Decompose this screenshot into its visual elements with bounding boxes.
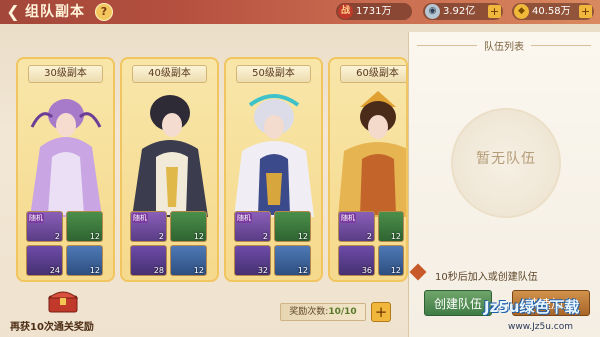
- gold-ingot-icon: ◆: [514, 4, 529, 19]
- reward-qty: 2: [54, 232, 60, 241]
- reward-slot-fruit[interactable]: 12: [378, 211, 404, 242]
- dungeon-card-40[interactable]: 40级副本 随机 2 12 28 12: [120, 57, 219, 282]
- reward-qty: 12: [390, 266, 401, 275]
- help-button[interactable]: ?: [95, 3, 113, 21]
- auto-join-text: 10秒后加入或创建队伍: [435, 272, 538, 283]
- top-bar: [0, 0, 600, 24]
- page-title: 组队副本: [25, 4, 85, 20]
- dungeon-card-title: 50级副本: [236, 65, 311, 83]
- dungeon-card-50[interactable]: 50级副本 随机 2 12 32 12: [224, 57, 323, 282]
- battle-power-icon: 战: [338, 4, 353, 19]
- add-reward-count-button[interactable]: +: [371, 302, 391, 322]
- add-silver-button[interactable]: +: [488, 5, 501, 18]
- hero-portrait: [30, 99, 102, 217]
- reward-slot-orb[interactable]: 36: [338, 245, 375, 276]
- reward-qty: 24: [49, 266, 60, 275]
- reward-counter-label: 奖励次数:: [289, 307, 329, 317]
- reward-qty: 2: [262, 232, 268, 241]
- watermark-logo: Jz5u绿色下载: [484, 298, 580, 316]
- reward-slot-chest[interactable]: 随机 2: [338, 211, 375, 242]
- back-arrow-icon[interactable]: ❮: [3, 2, 23, 22]
- reward-slot-gem[interactable]: 12: [170, 245, 207, 276]
- treasure-chest-icon[interactable]: [46, 286, 80, 314]
- silver-value: 3.92亿: [443, 6, 476, 17]
- reward-slot-gem[interactable]: 12: [66, 245, 103, 276]
- dungeon-card-60[interactable]: 60级副本 随机 2 12 36 12: [328, 57, 408, 282]
- dungeon-card-title: 40级副本: [132, 65, 207, 83]
- reward-slot-fruit[interactable]: 12: [66, 211, 103, 242]
- random-tag: 随机: [236, 213, 252, 223]
- battle-power-display: 战 1731万: [336, 3, 412, 20]
- reward-qty: 12: [193, 232, 204, 241]
- reward-slot-orb[interactable]: 24: [26, 245, 63, 276]
- reward-slot-chest[interactable]: 随机 2: [234, 211, 271, 242]
- panel-title: 队伍列表: [409, 38, 599, 53]
- hero-portrait: [234, 94, 314, 217]
- create-team-button[interactable]: 创建队伍: [424, 290, 492, 316]
- reward-slot-gem[interactable]: 12: [274, 245, 311, 276]
- empty-team-text: 暂无队伍: [476, 151, 536, 167]
- reward-slot-orb[interactable]: 32: [234, 245, 271, 276]
- silver-display: ◉ 3.92亿 +: [423, 3, 503, 20]
- silver-coin-icon: ◉: [425, 4, 440, 19]
- game-screen: ❮ 组队副本 ? 战 1731万 ◉ 3.92亿 + ◆ 40.58万 + 30…: [0, 0, 600, 337]
- hero-portrait: [132, 95, 208, 217]
- reward-qty: 2: [366, 232, 372, 241]
- reward-qty: 12: [390, 232, 401, 241]
- reward-slot-orb[interactable]: 28: [130, 245, 167, 276]
- reward-qty: 12: [297, 232, 308, 241]
- reward-qty: 12: [193, 266, 204, 275]
- reward-slot-gem[interactable]: 12: [378, 245, 404, 276]
- dungeon-card-title: 30级副本: [28, 65, 103, 83]
- reward-slot-chest[interactable]: 随机 2: [26, 211, 63, 242]
- random-tag: 随机: [340, 213, 356, 223]
- reward-counter: 奖励次数:10/10: [280, 303, 366, 321]
- gold-display: ◆ 40.58万 +: [512, 3, 594, 20]
- dungeon-card-title: 60级副本: [340, 65, 406, 83]
- watermark-url: www.Jz5u.com: [508, 322, 574, 332]
- hero-portrait: [338, 91, 406, 217]
- random-tag: 随机: [132, 213, 148, 223]
- reward-qty: 28: [153, 266, 164, 275]
- random-tag: 随机: [28, 213, 44, 223]
- battle-power-value: 1731万: [356, 6, 392, 17]
- reward-slot-chest[interactable]: 随机 2: [130, 211, 167, 242]
- reward-qty: 12: [297, 266, 308, 275]
- reward-slot-fruit[interactable]: 12: [274, 211, 311, 242]
- gold-value: 40.58万: [532, 6, 571, 17]
- reward-qty: 12: [89, 266, 100, 275]
- dungeon-card-30[interactable]: 30级副本 随机 2 12 24 12: [16, 57, 115, 282]
- reward-counter-value: 10/10: [328, 307, 357, 317]
- reward-qty: 2: [158, 232, 164, 241]
- add-gold-button[interactable]: +: [579, 5, 592, 18]
- reward-qty: 36: [361, 266, 372, 275]
- clear-reward-label: 再获10次通关奖励: [10, 322, 94, 333]
- reward-slot-fruit[interactable]: 12: [170, 211, 207, 242]
- reward-qty: 32: [257, 266, 268, 275]
- reward-qty: 12: [89, 232, 100, 241]
